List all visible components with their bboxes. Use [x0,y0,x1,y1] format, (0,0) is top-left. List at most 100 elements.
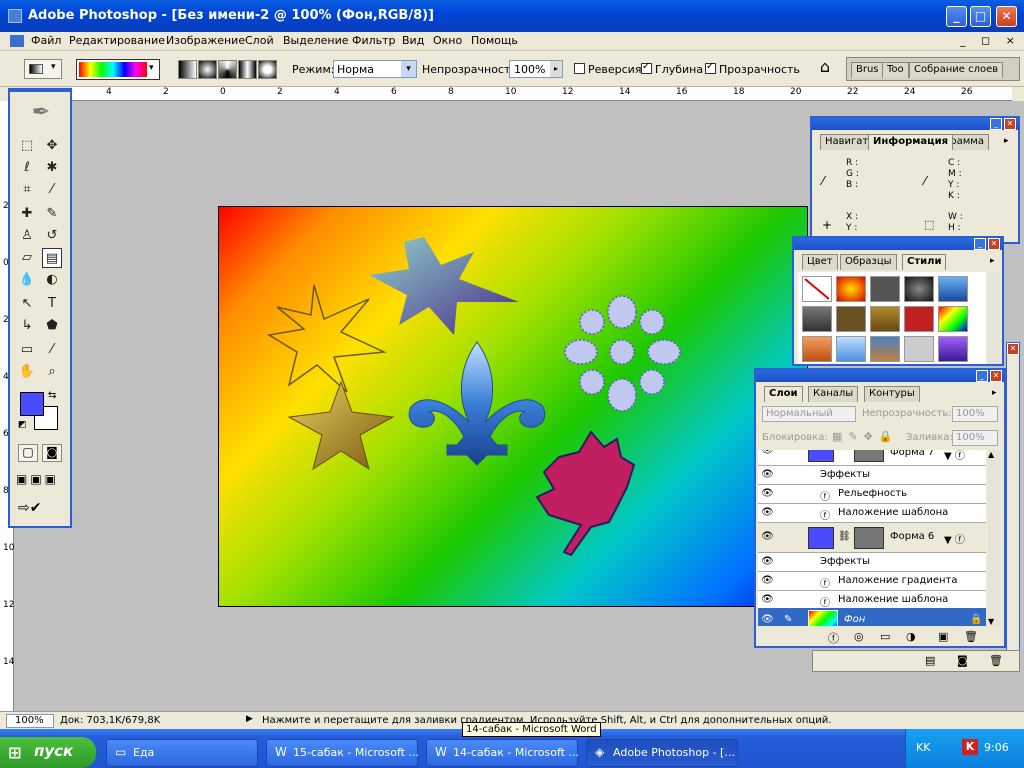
document-canvas[interactable] [218,206,808,607]
close-icon[interactable]: ✕ [1007,343,1019,355]
menu-layer[interactable]: Слой [245,34,274,47]
history-brush-icon[interactable]: ↺ [42,226,62,246]
app-icon[interactable] [8,9,22,23]
quick-mask-icon[interactable]: ◙ [42,444,62,462]
layer-row-background[interactable]: 👁 ✎ Фон 🔒 [758,608,986,626]
style-swatch[interactable] [938,306,968,332]
mdi-controls[interactable]: _ ◻ × [960,34,1021,47]
tab-info[interactable]: Информация [868,134,953,150]
panel-menu-icon[interactable]: ▸ [990,256,995,266]
chevron-right-icon[interactable]: ▸ [550,61,562,77]
menu-filter[interactable]: Фильтр [352,34,396,47]
style-swatch[interactable] [802,306,832,332]
menu-view[interactable]: Вид [402,34,424,47]
style-swatch[interactable] [870,336,900,362]
swap-colors-icon[interactable]: ⇆ [48,390,56,401]
blend-mode-select[interactable]: Нормальный [762,406,856,422]
link-layers-icon[interactable]: ⓕ [828,630,839,646]
minimize-icon[interactable]: _ [990,118,1002,130]
type-tool-icon[interactable]: T [42,294,62,314]
tab-layers[interactable]: Слои [764,386,803,402]
style-swatch[interactable] [802,336,832,362]
lasso-tool-icon[interactable]: ℓ [17,158,37,178]
well-tab-brushes[interactable]: Brus [851,62,884,78]
task-eda[interactable]: ▭ Еда [106,739,258,767]
clock[interactable]: 9:06 [984,741,1009,754]
reverse-checkbox[interactable] [574,63,585,74]
chevron-down-icon[interactable]: ▼ [988,617,994,626]
gradient-tool-icon[interactable]: ▤ [42,248,62,268]
menu-image[interactable]: Изображение [166,34,245,47]
pen-tool-icon[interactable]: ↳ [17,316,37,336]
eye-icon[interactable]: 👁 [761,507,779,518]
layer-opacity-input[interactable]: 100% [952,406,998,422]
outline-burst-shape[interactable] [266,284,387,393]
ruler-horizontal[interactable]: 4 2 0 2 4 6 8 10 12 14 16 18 20 22 24 26 [72,87,1012,101]
layer-row-shape7[interactable]: 👁 Форма 7 ▼ ⓕ [758,450,986,466]
adjustment-layer-icon[interactable]: ◑ [906,630,916,643]
notes-tool-icon[interactable]: ▭ [17,340,37,360]
eye-icon[interactable]: 👁 [761,594,779,605]
task-word-15[interactable]: W 15-сабак - Microsoft ... [266,739,419,767]
minimize-icon[interactable]: _ [976,370,988,382]
eye-icon[interactable]: 👁 [761,556,779,567]
crop-tool-icon[interactable]: ⌗ [17,180,37,200]
purple-burst-shape[interactable] [369,237,519,335]
effect-row-gradient[interactable]: 👁 ⓕ Наложение градиента [758,572,986,591]
file-browser-icon[interactable]: ⌂ [814,57,836,79]
tab-navigator[interactable]: Навигат [820,134,874,150]
language-indicator[interactable]: KK [916,741,930,754]
close-icon[interactable]: ✕ [988,238,1000,250]
effect-row-pattern[interactable]: 👁 ⓕ Наложение шаблона [758,504,986,523]
style-none[interactable] [802,276,832,302]
healing-brush-icon[interactable]: ✚ [17,204,37,224]
well-tab-layer-comps[interactable]: Собрание слоев [909,62,1004,78]
trash-icon[interactable]: 🗑 [964,630,978,643]
tab-swatches[interactable]: Образцы [840,254,897,270]
document-icon[interactable] [10,35,24,47]
feather-icon[interactable]: ✒ [14,100,68,130]
styles-scrollbar[interactable] [988,272,1000,364]
fill-input[interactable]: 100% [952,430,998,446]
hand-tool-icon[interactable]: ✋ [17,362,37,382]
close-button[interactable]: ✕ [996,6,1017,27]
eye-icon[interactable]: 👁 [761,450,779,456]
angle-gradient-button[interactable] [218,60,237,79]
maximize-button[interactable]: □ [970,6,991,27]
new-item-icon[interactable]: ▤ [925,654,935,667]
mode-select[interactable]: Норма ▾ [333,60,417,78]
glitter-flower-shape[interactable] [564,295,681,412]
transparency-checkbox[interactable] [705,61,716,74]
fx-icon[interactable]: ▼ ⓕ [944,450,965,462]
style-swatch[interactable] [904,276,934,302]
eye-icon[interactable]: 👁 [761,469,779,480]
linear-gradient-button[interactable] [178,60,197,79]
gold-star-shape[interactable] [287,380,395,471]
brush-tool-icon[interactable]: ✎ [42,204,62,224]
doc-size[interactable]: Док: 703,1K/679,8K [60,715,160,726]
layer-effects-row[interactable]: 👁 Эффекты [758,553,986,572]
eye-icon[interactable]: 👁 [761,531,779,542]
multicolor-leaf-shape[interactable] [535,430,636,557]
diamond-gradient-button[interactable] [258,60,277,79]
gradient-picker[interactable]: ▾ [76,59,160,80]
task-word-14[interactable]: W 14-сабак - Microsoft ... [426,739,579,767]
play-arrow-icon[interactable]: ▶ [246,714,253,724]
style-swatch[interactable] [836,276,866,302]
fx-icon[interactable]: ▼ ⓕ [944,531,965,546]
new-snapshot-icon[interactable]: ◙ [957,654,968,667]
panel-menu-icon[interactable]: ▸ [1004,136,1009,146]
menu-edit[interactable]: Редактирование [69,34,165,47]
dodge-tool-icon[interactable]: ◐ [42,270,62,290]
magic-wand-icon[interactable]: ✱ [42,158,62,178]
close-icon[interactable]: ✕ [1004,118,1016,130]
new-layer-icon[interactable]: ▣ [938,630,948,643]
foreground-color-swatch-top[interactable] [20,392,44,416]
clone-stamp-icon[interactable]: ♙ [17,226,37,246]
eye-icon[interactable]: 👁 [761,614,779,625]
style-swatch[interactable] [870,306,900,332]
trash-icon[interactable]: 🗑 [989,654,1003,667]
new-group-icon[interactable]: ▭ [880,630,890,643]
layer-effects-row[interactable]: 👁 Эффекты [758,466,986,485]
fleur-de-lis-shape[interactable] [408,341,546,466]
